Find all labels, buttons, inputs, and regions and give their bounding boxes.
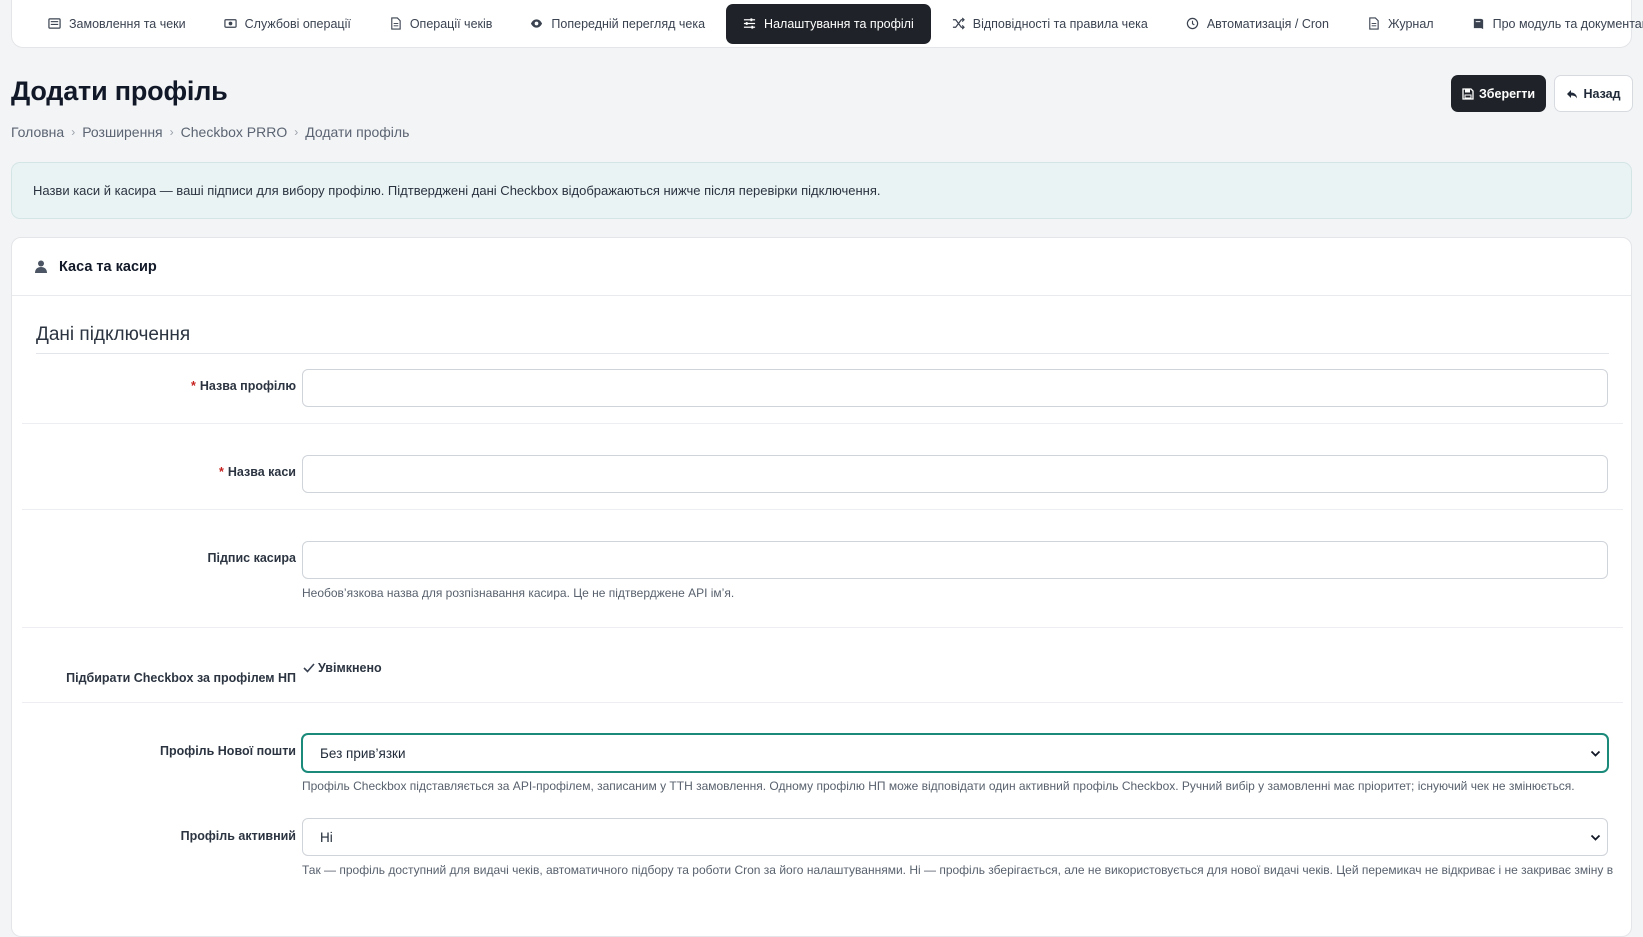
tab-journal[interactable]: Журнал — [1350, 4, 1451, 44]
floppy-disk-icon — [1462, 87, 1474, 100]
breadcrumb-home[interactable]: Головна — [11, 124, 64, 140]
tab-about-module[interactable]: Про модуль та документація — [1455, 4, 1643, 44]
page-title: Додати профіль — [11, 76, 228, 106]
match-np-checkbox-label: Увімкнено — [318, 661, 382, 675]
info-alert: Назви каси й касира — ваші підписи для в… — [11, 162, 1632, 219]
cashier-signature-row: Підпис касира Необов’язкова назва для ро… — [22, 510, 1623, 628]
tab-mappings-and-rules[interactable]: Відповідності та правила чека — [935, 4, 1165, 44]
breadcrumb-current[interactable]: Додати профіль — [305, 124, 409, 140]
book-icon — [1473, 18, 1483, 30]
cash-name-label: * Назва каси — [218, 465, 296, 479]
tab-label: Службові операції — [244, 16, 351, 31]
cash-name-row: * Назва каси — [22, 424, 1623, 510]
save-button[interactable]: Зберегти — [1451, 75, 1546, 112]
chevron-right-icon: › — [169, 125, 174, 139]
chevron-down-icon — [1590, 834, 1601, 841]
required-marker: * — [218, 465, 224, 479]
clock-icon — [1186, 17, 1199, 30]
cash-name-input[interactable] — [302, 455, 1608, 493]
tab-automation-cron[interactable]: Автоматизація / Cron — [1169, 4, 1346, 44]
breadcrumb-checkbox-prro[interactable]: Checkbox PRRO — [181, 124, 288, 140]
chevron-down-icon — [1590, 750, 1601, 757]
back-button[interactable]: Назад — [1554, 75, 1633, 112]
profile-active-selected-value: Ні — [320, 829, 333, 845]
file-icon — [391, 17, 401, 30]
required-marker: * — [190, 379, 196, 393]
profile-name-row: * Назва профілю — [22, 366, 1623, 424]
cash-icon — [223, 19, 237, 28]
profile-active-row: Профіль активний Ні Так — профіль доступ… — [22, 803, 1623, 903]
tab-label: Замовлення та чеки — [69, 16, 186, 31]
tab-settings-and-profiles[interactable]: Налаштування та профілі — [726, 3, 931, 44]
breadcrumb: Головна › Розширення › Checkbox PRRO › Д… — [11, 124, 409, 140]
shuffle-icon — [952, 17, 965, 30]
form-card: Каса та касир Дані підключення * Назва пр… — [11, 237, 1632, 937]
cashier-signature-input[interactable] — [302, 541, 1608, 579]
file-icon — [1369, 17, 1379, 30]
tab-label: Автоматизація / Cron — [1206, 16, 1329, 31]
eye-icon — [531, 19, 543, 28]
np-profile-label: Профіль Нової пошти — [160, 744, 296, 758]
match-np-checkbox[interactable]: Увімкнено — [302, 661, 382, 675]
tab-label: Налаштування та профілі — [764, 16, 914, 31]
save-button-label: Зберегти — [1478, 86, 1536, 101]
section-legend: Дані підключення — [36, 324, 1609, 354]
np-profile-help: Профіль Checkbox підставляється за API-п… — [302, 779, 1575, 793]
breadcrumb-extensions[interactable]: Розширення — [82, 124, 162, 140]
reply-icon — [1567, 89, 1578, 98]
info-alert-text: Назви каси й касира — ваші підписи для в… — [33, 183, 881, 198]
user-icon — [35, 260, 47, 273]
card-header: Каса та касир — [12, 238, 1631, 296]
tab-label: Попередній перегляд чека — [551, 16, 706, 31]
checkmark-icon — [303, 663, 315, 673]
profile-active-help: Так — профіль доступний для видачі чеків… — [302, 863, 1614, 877]
card-title: Каса та касир — [59, 258, 157, 275]
list-icon — [48, 18, 61, 29]
profile-active-label: Профіль активний — [180, 829, 296, 843]
tab-orders-and-receipts[interactable]: Замовлення та чеки — [31, 4, 203, 44]
cashier-signature-help: Необов’язкова назва для розпізнавання ка… — [302, 586, 735, 600]
back-button-label: Назад — [1583, 86, 1621, 101]
tab-label: Журнал — [1387, 16, 1434, 31]
tab-label: Відповідності та правила чека — [972, 16, 1148, 31]
tab-receipt-preview[interactable]: Попередній перегляд чека — [513, 4, 722, 44]
profile-name-input[interactable] — [302, 369, 1608, 407]
np-profile-row: Профіль Нової пошти Без прив’язки Профіл… — [22, 703, 1623, 803]
top-nav: Замовлення та чеки Службові операції Опе… — [11, 0, 1643, 48]
tab-receipt-operations[interactable]: Операції чеків — [372, 4, 510, 44]
tab-label: Операції чеків — [409, 16, 493, 31]
chevron-right-icon: › — [71, 125, 76, 139]
cashier-signature-label: Підпис касира — [207, 551, 296, 565]
tab-service-operations[interactable]: Службові операції — [207, 4, 368, 44]
chevron-right-icon: › — [294, 125, 299, 139]
sliders-icon — [743, 18, 756, 29]
np-profile-select[interactable]: Без прив’язки — [302, 734, 1608, 772]
profile-active-select[interactable]: Ні — [302, 818, 1608, 856]
profile-name-label: * Назва профілю — [190, 379, 296, 393]
np-profile-selected-value: Без прив’язки — [320, 745, 406, 761]
tab-label: Про модуль та документація — [1492, 16, 1643, 31]
match-np-row: Підбирати Checkbox за профілем НП Увімкн… — [22, 628, 1623, 703]
match-np-label: Підбирати Checkbox за профілем НП — [66, 671, 296, 685]
